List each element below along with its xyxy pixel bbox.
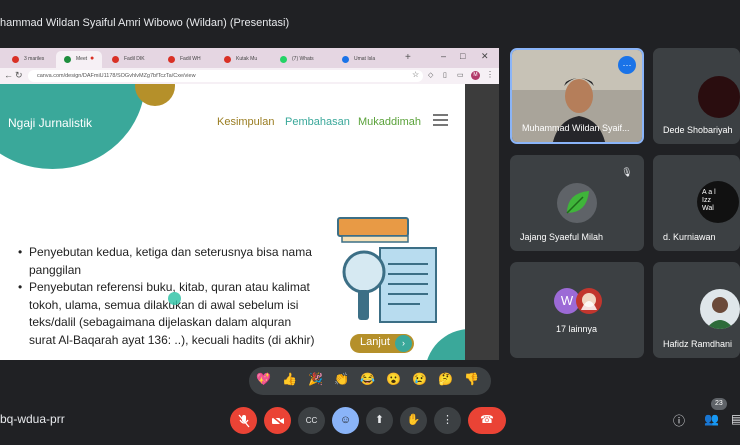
slide-nav-mukaddimah[interactable]: Mukaddimah — [358, 116, 421, 128]
reactions-bar: 💖 👍 🎉 👏 😂 😮 😢 🤔 👎 — [249, 367, 491, 395]
reload-icon[interactable]: ↻ — [15, 70, 23, 81]
url-field[interactable]: canva.com/design/DAFmiU1178/SOGvhlvMZg7b… — [28, 70, 423, 82]
clap-reaction-icon[interactable]: 👏 — [334, 372, 349, 386]
slide-brand: Ngaji Jurnalistik — [8, 116, 93, 130]
present-icon: ⬆ — [374, 414, 385, 426]
more-vert-icon: ⋮ — [442, 414, 453, 426]
participant-tile[interactable]: 🎙 Jajang Syaeful Milah — [510, 155, 644, 251]
speaking-indicator-icon: ⋯ — [618, 56, 636, 74]
mic-off-icon: 🎙 — [621, 167, 633, 177]
sidebar-icon[interactable]: ▯ — [443, 71, 447, 79]
avatar — [557, 183, 597, 223]
browser-tab[interactable]: (7) Whats — [272, 51, 332, 68]
downloads-icon[interactable]: ▭ — [457, 71, 464, 79]
chat-icon[interactable]: ▤ — [731, 412, 740, 426]
captions-icon: CC — [305, 416, 318, 425]
doc-icon — [168, 56, 175, 63]
info-icon[interactable]: ⓘ — [673, 412, 685, 429]
present-button[interactable]: ⬆ — [366, 407, 393, 434]
shared-screen: 3 mariles Meet ● Fadil DIK Fadil WH Kuta… — [0, 48, 499, 360]
browser-tab[interactable]: Fadil WH — [160, 51, 214, 68]
extension-icon[interactable]: ◇ — [428, 71, 433, 79]
browser-tab-active[interactable]: Meet ● — [56, 51, 102, 68]
surprised-reaction-icon[interactable]: 😮 — [386, 372, 401, 386]
bullet-item: Penyebutan kedua, ketiga dan seterusnya … — [18, 244, 318, 279]
meeting-code: bq-wdua-prr — [0, 412, 65, 426]
doc-icon — [224, 56, 231, 63]
decorative-corner — [425, 329, 465, 360]
browser-tabstrip: 3 mariles Meet ● Fadil DIK Fadil WH Kuta… — [0, 48, 499, 68]
laugh-reaction-icon[interactable]: 😂 — [360, 372, 375, 386]
thumbs-up-reaction-icon[interactable]: 👍 — [282, 372, 297, 386]
slide-nav-kesimpulan[interactable]: Kesimpulan — [217, 116, 274, 128]
new-tab-button[interactable]: + — [405, 52, 411, 63]
camera-off-icon — [271, 415, 284, 427]
camera-off-button[interactable] — [264, 407, 291, 434]
avatar: A a l Izz Wal — [697, 181, 739, 223]
avatar — [700, 289, 740, 329]
participant-tile[interactable]: Hafidz Ramdhani — [653, 262, 740, 358]
more-options-button[interactable]: ⋮ — [434, 407, 461, 434]
mic-off-button[interactable] — [230, 407, 257, 434]
participant-count-badge: 23 — [711, 398, 727, 410]
raise-hand-button[interactable]: ✋ — [400, 407, 427, 434]
emoji-icon: ☺ — [339, 414, 352, 426]
sad-reaction-icon[interactable]: 😢 — [412, 372, 427, 386]
back-icon[interactable]: ← — [4, 70, 13, 80]
mic-off-icon — [238, 414, 249, 428]
heart-reaction-icon[interactable]: 💖 — [256, 372, 271, 386]
end-call-icon: ☎ — [480, 414, 494, 426]
doc-icon — [112, 56, 119, 63]
top-bar: hammad Wildan Syaiful Amri Wibowo (Wilda… — [0, 0, 740, 40]
bullet-item: Penyebutan referensi buku, kitab, quran … — [18, 279, 318, 349]
captions-button[interactable]: CC — [298, 407, 325, 434]
share-edge — [465, 84, 499, 360]
participant-name: Dede Shobariyah — [663, 125, 733, 135]
whatsapp-icon — [280, 56, 287, 63]
gmail-icon — [12, 56, 19, 63]
browser-tab[interactable]: Kutak Mu — [216, 51, 270, 68]
participant-name: Muhammad Wildan Syaif... — [522, 123, 630, 133]
thinking-reaction-icon[interactable]: 🤔 — [438, 372, 453, 386]
participant-name: d. Kurniawan — [663, 232, 716, 242]
browser-menu-icon[interactable]: ⋮ — [486, 70, 494, 79]
end-call-button[interactable]: ☎ — [468, 407, 506, 434]
avatar — [576, 288, 602, 314]
profile-avatar[interactable]: M — [471, 71, 480, 80]
maximize-icon[interactable]: □ — [460, 51, 465, 61]
participant-tile-others[interactable]: W 17 lainnya — [510, 262, 644, 358]
participant-name: 17 lainnya — [556, 324, 598, 334]
browser-tab[interactable]: Umat Isla — [334, 51, 394, 68]
party-reaction-icon[interactable]: 🎉 — [308, 372, 323, 386]
hamburger-menu-icon[interactable] — [433, 114, 448, 129]
pointer-cursor-icon — [168, 292, 181, 305]
leaf-icon — [566, 191, 589, 214]
thumbs-down-reaction-icon[interactable]: 👎 — [464, 372, 479, 386]
slide-nav-pembahasan[interactable]: Pembahasan — [285, 116, 350, 128]
emoji-button[interactable]: ☺ — [332, 407, 359, 434]
bookmark-star-icon[interactable]: ☆ — [412, 70, 419, 79]
participant-name: Jajang Syaeful Milah — [520, 232, 604, 242]
close-icon[interactable]: ✕ — [481, 51, 489, 62]
chevron-right-icon[interactable]: › — [395, 335, 412, 352]
raise-hand-icon: ✋ — [406, 414, 421, 426]
participant-tile[interactable]: A a l Izz Wal d. Kurniawan — [653, 155, 740, 251]
book-magnifier-illustration — [336, 214, 440, 331]
participant-tile[interactable]: Dede Shobariyah — [653, 48, 740, 144]
address-bar-row: ← ↻ canva.com/design/DAFmiU1178/SOGvhlvM… — [0, 68, 499, 84]
browser-tab[interactable]: 3 mariles — [4, 51, 54, 68]
presenter-title: hammad Wildan Syaiful Amri Wibowo (Wilda… — [0, 17, 290, 29]
doc-icon — [342, 56, 349, 63]
presentation-slide: Ngaji Jurnalistik Kesimpulan Pembahasan … — [0, 84, 465, 360]
people-icon[interactable]: 👥 — [704, 412, 719, 426]
avatar — [698, 76, 740, 118]
browser-tab[interactable]: Fadil DIK — [104, 51, 158, 68]
minimize-icon[interactable]: – — [441, 51, 446, 61]
meet-icon — [64, 56, 71, 63]
participant-name: Hafidz Ramdhani — [663, 339, 733, 349]
participant-tile-speaker[interactable]: ⋯ Muhammad Wildan Syaif... — [510, 48, 644, 144]
tab-close-icon[interactable]: ● — [90, 55, 94, 62]
